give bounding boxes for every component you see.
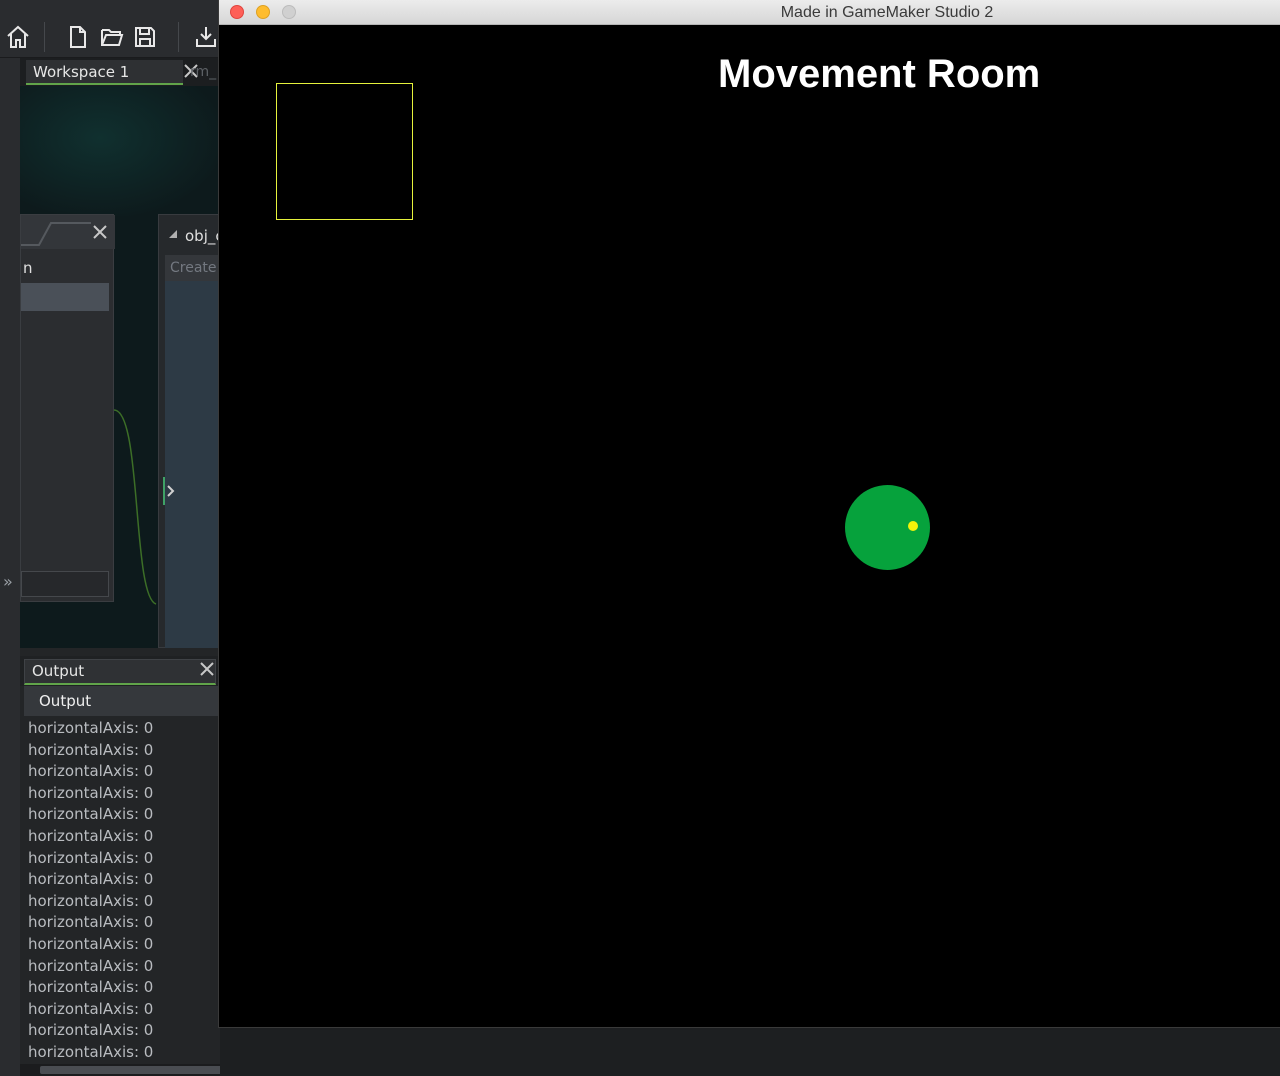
resource-panel: n bbox=[20, 214, 115, 602]
tab-label: Workspace 1 bbox=[33, 63, 130, 81]
game-window[interactable]: Made in GameMaker Studio 2 Movement Room bbox=[219, 0, 1280, 1027]
log-line: horizontalAxis: 0 bbox=[28, 719, 154, 737]
player-direction-dot bbox=[908, 521, 918, 531]
log-line: horizontalAxis: 0 bbox=[28, 870, 154, 889]
log-line: horizontalAxis: 0 bbox=[28, 978, 154, 997]
left-dock-strip bbox=[0, 58, 20, 1076]
workspace-tab-bar: Workspace 1 rm_ bbox=[20, 58, 220, 86]
close-icon[interactable] bbox=[198, 660, 216, 678]
tab-label: Output bbox=[32, 662, 85, 680]
ide-toolbar bbox=[0, 0, 220, 58]
close-icon[interactable] bbox=[91, 223, 109, 241]
log-line: horizontalAxis: 0 bbox=[28, 740, 154, 759]
expand-sidebar-icon[interactable]: » bbox=[3, 572, 13, 591]
log-line: horizontalAxis: 0 bbox=[28, 848, 154, 867]
new-file-icon bbox=[70, 26, 86, 48]
yellow-outline-box bbox=[276, 83, 413, 220]
output-scrollbar[interactable] bbox=[20, 1064, 275, 1076]
new-project-button[interactable] bbox=[64, 22, 92, 52]
log-line: horizontalAxis: 0 bbox=[28, 783, 154, 802]
tab-room[interactable]: rm_ bbox=[190, 64, 216, 80]
log-line: horizontalAxis: 0 bbox=[28, 1042, 154, 1061]
tab-output[interactable]: Output bbox=[24, 659, 216, 685]
log-line: horizontalAxis: 0 bbox=[28, 1021, 154, 1040]
object-name: obj_c bbox=[185, 227, 220, 245]
event-list bbox=[165, 281, 220, 648]
panel-input[interactable] bbox=[21, 571, 109, 597]
ide-status-area bbox=[220, 1027, 1280, 1076]
export-button[interactable] bbox=[192, 22, 220, 52]
workspace-canvas[interactable]: n obj_c Create bbox=[20, 86, 220, 648]
open-project-button[interactable] bbox=[98, 22, 126, 52]
selected-item[interactable] bbox=[21, 283, 109, 311]
object-editor-panel: obj_c Create bbox=[158, 214, 220, 648]
game-canvas[interactable]: Movement Room bbox=[219, 25, 1280, 1027]
output-log[interactable]: horizontalAxis: 0 horizontalAxis: 0 hori… bbox=[28, 718, 220, 1064]
create-event-item[interactable]: Create bbox=[165, 255, 220, 281]
player-circle bbox=[845, 485, 930, 570]
export-icon bbox=[196, 27, 216, 47]
open-folder-icon bbox=[101, 29, 124, 46]
log-line: horizontalAxis: 0 bbox=[28, 999, 154, 1018]
output-tab-bar: Output bbox=[20, 656, 220, 686]
output-header: Output bbox=[24, 686, 220, 716]
panel-item-label: n bbox=[23, 259, 33, 277]
collapse-triangle-icon[interactable] bbox=[169, 230, 177, 238]
log-line: horizontalAxis: 0 bbox=[28, 805, 154, 824]
log-line: horizontalAxis: 0 bbox=[28, 913, 154, 932]
log-line: horizontalAxis: 0 bbox=[28, 956, 154, 975]
log-line: horizontalAxis: 0 bbox=[28, 891, 154, 910]
tab-workspace-1[interactable]: Workspace 1 bbox=[26, 60, 183, 85]
log-line: horizontalAxis: 0 bbox=[28, 762, 154, 781]
expand-handle[interactable] bbox=[163, 477, 175, 505]
room-title: Movement Room bbox=[718, 52, 1041, 96]
save-icon bbox=[135, 27, 155, 47]
home-icon bbox=[7, 25, 29, 48]
window-title: Made in GameMaker Studio 2 bbox=[780, 4, 994, 21]
home-button[interactable] bbox=[4, 22, 32, 52]
log-line: horizontalAxis: 0 bbox=[28, 826, 154, 845]
window-titlebar[interactable]: Made in GameMaker Studio 2 bbox=[219, 0, 1280, 25]
save-project-button[interactable] bbox=[131, 22, 159, 52]
log-line: horizontalAxis: 0 bbox=[28, 934, 154, 953]
